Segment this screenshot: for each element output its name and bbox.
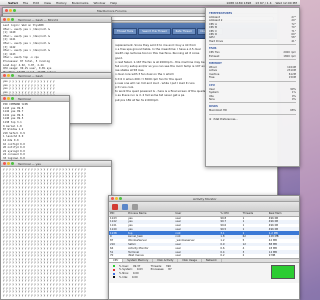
istat-section-heading: MEMORY: [209, 62, 222, 66]
rate-thread-tab[interactable]: Rate Thread: [171, 28, 196, 35]
sample-process-icon[interactable]: [132, 203, 138, 210]
minimize-icon[interactable]: [9, 9, 12, 12]
istat-row: Macintosh HD 68%: [209, 109, 296, 112]
close-icon[interactable]: [5, 9, 8, 12]
terminal-title: Terminal — bash — 80×24: [18, 17, 58, 22]
terminal-output[interactable]: y y y y y y y y y y y y y y y y y y y y …: [1, 167, 111, 299]
activity-tab[interactable]: System Memory: [123, 258, 154, 262]
istat-section-heading: CPU: [209, 83, 215, 87]
zoom-icon[interactable]: [11, 162, 14, 165]
istat-row-label: Nice: [209, 97, 215, 101]
istat-row-value: 1800 rpm: [283, 54, 296, 58]
istat-row-label: Hard Drive: [209, 39, 223, 43]
istat-row: Hard Drive 41°: [209, 40, 296, 43]
istat-section-heading: FANS: [209, 47, 217, 51]
istat-row-value: 41°: [291, 39, 296, 43]
istat-row-label: Free: [209, 76, 215, 80]
istat-section-heading: TEMPERATURES: [209, 12, 233, 15]
minimize-icon[interactable]: [7, 162, 10, 165]
divider: [209, 44, 296, 46]
terminal-title: Terminal — bash: [18, 73, 43, 78]
zoom-icon[interactable]: [11, 97, 14, 100]
istat-row: Free 150M: [209, 76, 296, 79]
menu-item-bookmarks[interactable]: Bookmarks: [72, 1, 89, 5]
istat-row: Exhaust 1800 rpm: [209, 55, 296, 58]
cpu-summary: % User: 99.37 % System: 0.63 % Nice: 0.00 %…: [109, 262, 299, 283]
status-menu-temp[interactable]: 13 67 / 1 4: [255, 1, 271, 5]
terminal-line: y y y y y y y y y y y y y y y y y y y y …: [3, 293, 86, 297]
istat-row-label: Exhaust: [209, 54, 220, 58]
istat-row: Nice 0%: [209, 98, 296, 101]
menu-item-window[interactable]: Window: [93, 1, 105, 5]
minimize-icon[interactable]: [115, 197, 118, 200]
terminal-title: Terminal — yes: [18, 161, 41, 166]
zoom-icon[interactable]: [13, 9, 16, 12]
menu-item-edit[interactable]: Edit: [33, 1, 39, 5]
thread-tools-tab[interactable]: Thread Tools: [113, 28, 138, 35]
istat-row-label: Macintosh HD: [209, 109, 227, 113]
zoom-icon[interactable]: [11, 74, 14, 77]
zoom-icon[interactable]: [119, 197, 122, 200]
status-menu-fan[interactable]: 1088 1189 1398: [226, 1, 251, 5]
activity-tab[interactable]: Disk Activity: [153, 258, 179, 262]
divider: [209, 113, 296, 115]
istat-row-value: 150M: [288, 76, 296, 80]
istat-section-heading: DISKS: [209, 105, 218, 109]
close-icon[interactable]: [3, 97, 6, 100]
menu-item-history[interactable]: History: [56, 1, 67, 5]
menu-item-view[interactable]: View: [44, 1, 51, 5]
divider: [209, 102, 296, 104]
menu-item-safari[interactable]: Safari: [8, 1, 18, 5]
minimize-icon[interactable]: [7, 74, 10, 77]
minimize-icon[interactable]: [7, 97, 10, 100]
browser-title: MacRumors Forums: [97, 8, 127, 13]
terminal-title: Terminal: [18, 96, 31, 101]
istat-row-value: 0%: [291, 97, 296, 101]
istat-row-value: 68%: [290, 109, 296, 113]
terminal-window-bottom: Terminal — yes y y y y y y y y y y y y y…: [0, 160, 112, 300]
zoom-icon[interactable]: [11, 18, 14, 21]
activity-tab[interactable]: CPU: [109, 258, 124, 262]
cpu-idle-value: 0.00: [131, 275, 138, 279]
activity-tab[interactable]: Disk Usage: [178, 258, 202, 262]
activity-monitor-toolbar: [109, 202, 299, 212]
status-menu-clock[interactable]: Wed 12:00 PM: [276, 1, 298, 5]
nice-swatch: [113, 272, 115, 275]
divider: [209, 59, 296, 61]
close-icon[interactable]: [111, 197, 114, 200]
close-icon[interactable]: [3, 162, 6, 165]
processes-value: 87: [168, 268, 172, 272]
idle-swatch: [113, 276, 115, 279]
activity-monitor-title: Activity Monitor: [193, 196, 217, 201]
activity-monitor-window: Activity Monitor PID Process Name User% CP…: [108, 195, 300, 300]
close-icon[interactable]: [3, 74, 6, 77]
cpu-idle-label: % Idle:: [119, 275, 128, 279]
user-swatch: [113, 265, 115, 268]
activity-tab[interactable]: Network: [202, 258, 222, 262]
istat-panel: TEMPERATURES Ambient 27° Ambient 2 29° CPU A7…: [205, 7, 300, 167]
menu-item-help[interactable]: Help: [110, 1, 117, 5]
processes-label: Processes:: [150, 268, 165, 272]
system-swatch: [113, 269, 115, 272]
close-icon[interactable]: [3, 18, 6, 21]
menu-bar: Safari File Edit View History Bookmarks …: [0, 0, 300, 6]
menu-item-file[interactable]: File: [23, 1, 28, 5]
cpu-usage-graph: [271, 264, 295, 279]
istat-preferences-link[interactable]: iStat Preferences...: [213, 118, 238, 121]
process-table: PID Process Name User% CPU Threads Real Mem …: [109, 212, 299, 258]
divider: [209, 80, 296, 82]
search-thread-tab[interactable]: Search this Thread: [138, 28, 171, 35]
gear-icon[interactable]: ⚙: [209, 118, 211, 121]
minimize-icon[interactable]: [7, 18, 10, 21]
cpu-usage-bar: [272, 265, 294, 278]
inspect-icon[interactable]: [122, 203, 128, 210]
quit-process-icon[interactable]: [112, 203, 118, 210]
